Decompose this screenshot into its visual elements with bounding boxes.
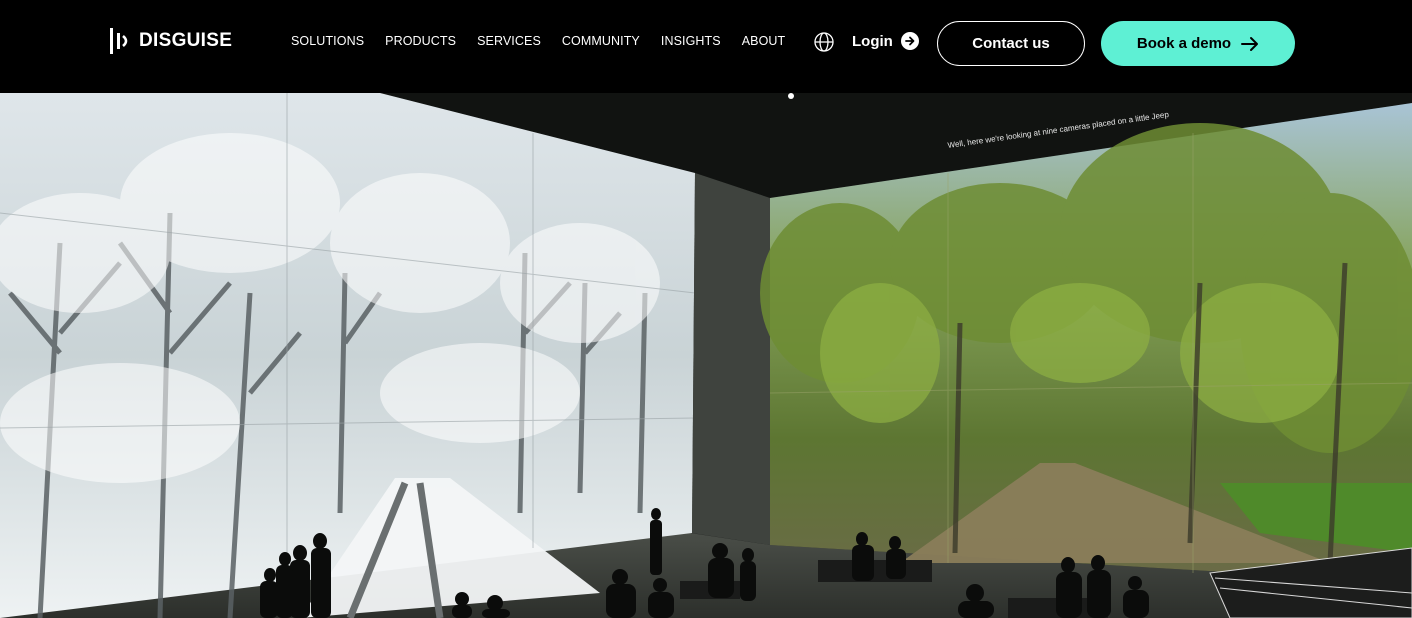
arrow-right-icon — [1241, 36, 1259, 51]
main-nav: SOLUTIONS PRODUCTS SERVICES COMMUNITY IN… — [291, 34, 806, 48]
site-header: DISGUISE SOLUTIONS PRODUCTS SERVICES COM… — [0, 0, 1412, 93]
book-demo-label: Book a demo — [1136, 35, 1232, 52]
login-link[interactable]: Login — [852, 32, 919, 50]
nav-item-services[interactable]: SERVICES — [477, 34, 541, 48]
nav-item-insights[interactable]: INSIGHTS — [661, 34, 721, 48]
nav-item-about[interactable]: ABOUT — [742, 34, 786, 48]
hero-video: Well, here we're looking at nine cameras… — [0, 93, 1412, 618]
disguise-logo-icon — [110, 28, 128, 54]
nav-item-solutions[interactable]: SOLUTIONS — [291, 34, 364, 48]
nav-item-community[interactable]: COMMUNITY — [562, 34, 640, 48]
contact-us-button[interactable]: Contact us — [937, 21, 1085, 66]
arrow-circle-right-icon — [900, 32, 919, 50]
immersive-room-scene: Well, here we're looking at nine cameras… — [0, 93, 1412, 618]
login-label: Login — [852, 32, 893, 50]
book-demo-button[interactable]: Book a demo — [1101, 21, 1295, 66]
contact-us-label: Contact us — [972, 35, 1050, 52]
globe-icon[interactable] — [813, 31, 835, 53]
brand-logo[interactable]: DISGUISE — [109, 28, 232, 54]
brand-name: DISGUISE — [139, 30, 233, 51]
snow-forest-screen — [0, 93, 695, 618]
nav-item-products[interactable]: PRODUCTS — [385, 34, 456, 48]
